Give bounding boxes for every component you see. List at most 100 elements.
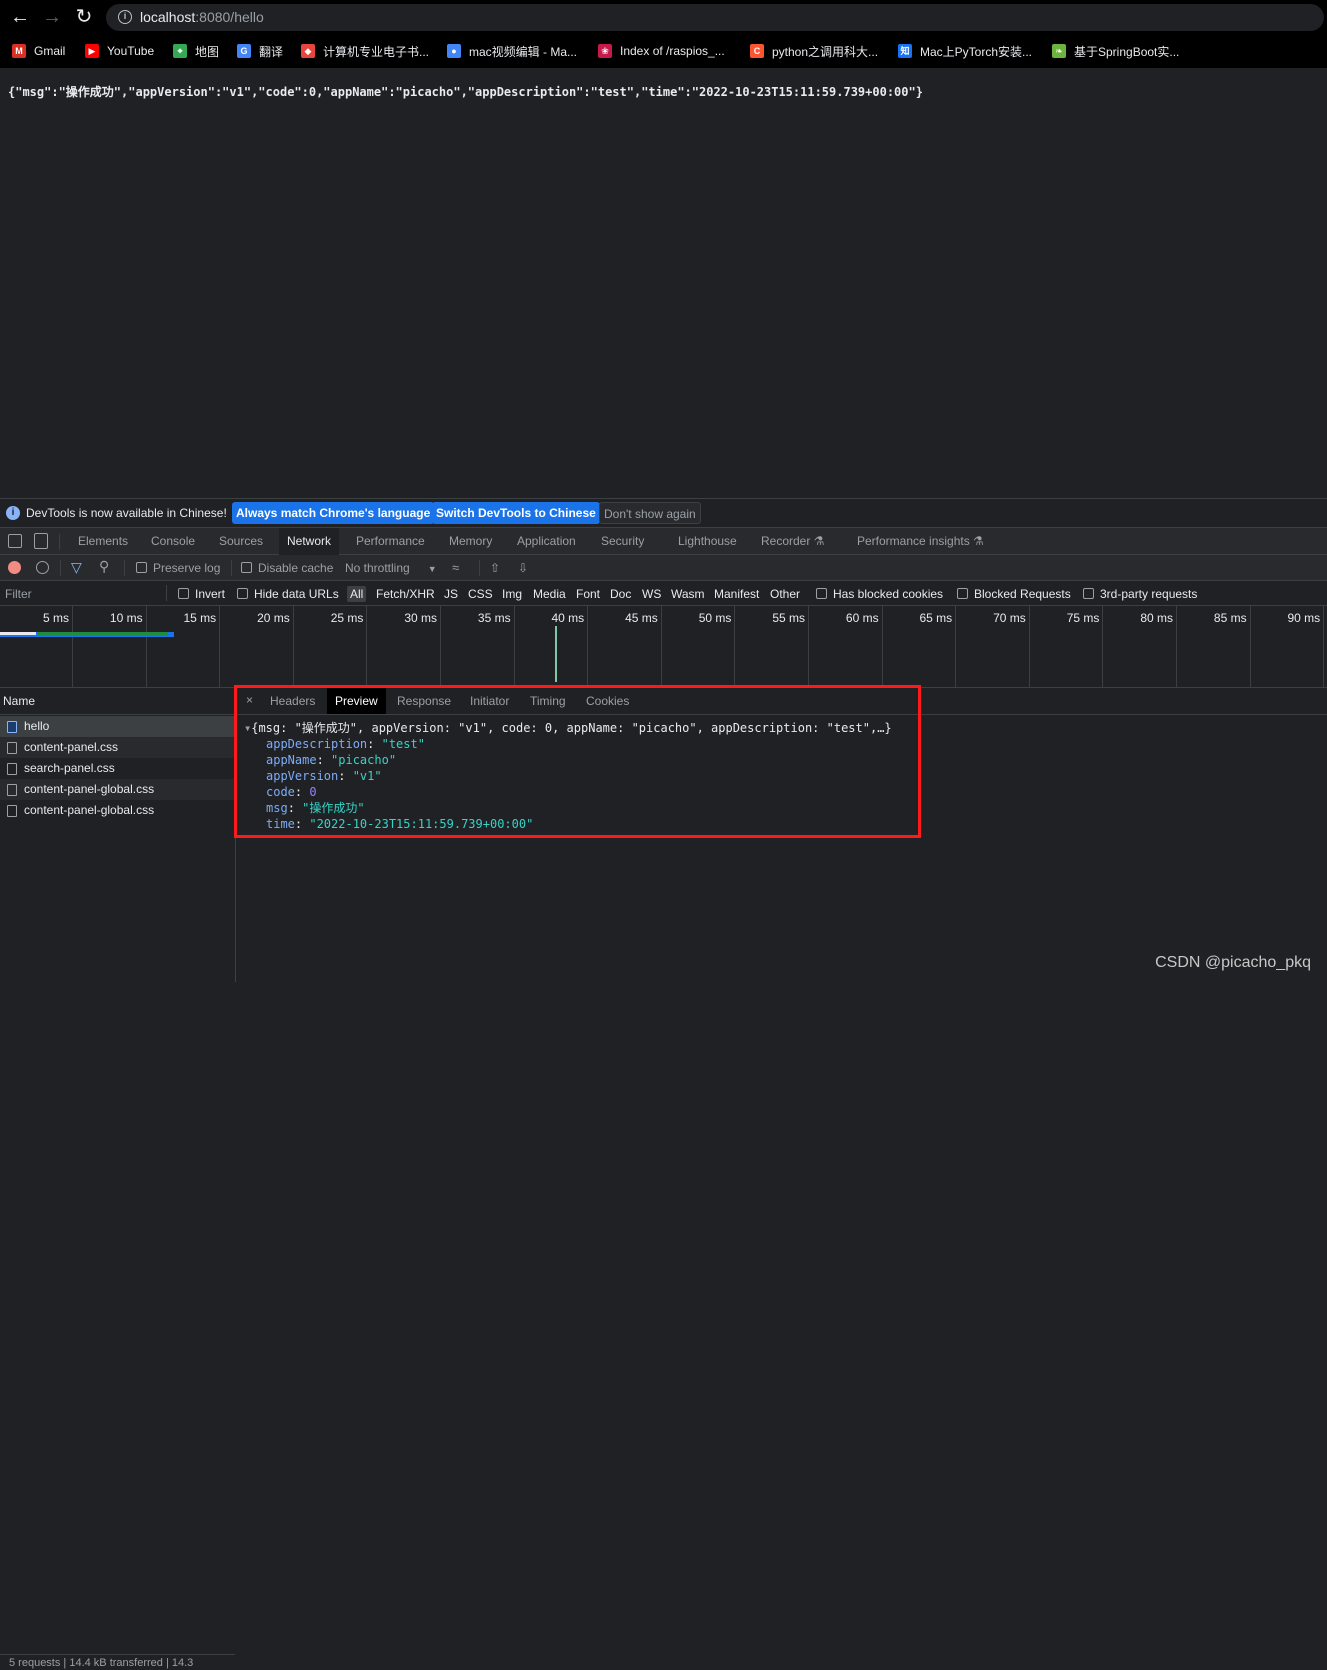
filter-input[interactable]: Filter [5, 586, 32, 602]
devtools-tab[interactable]: Lighthouse [670, 528, 745, 555]
address-bar[interactable]: i localhost:8080/hello [106, 4, 1324, 31]
timeline-tick-label: 35 ms [477, 611, 511, 625]
bookmark-label: 计算机专业电子书... [323, 44, 430, 59]
bookmark-item[interactable]: Cpython之调用科大... [750, 42, 878, 60]
third-party-requests-checkbox[interactable]: 3rd-party requests [1083, 586, 1197, 602]
disable-cache-checkbox[interactable]: Disable cache [241, 560, 333, 576]
type-filter-button[interactable]: Other [770, 586, 800, 602]
name-column-header[interactable]: Name [0, 688, 235, 715]
import-har-icon[interactable]: ⇧ [490, 560, 500, 576]
type-filter-button[interactable]: Img [502, 586, 522, 602]
devtools-tab[interactable]: Console [143, 528, 203, 555]
site-info-icon[interactable]: i [118, 10, 132, 24]
forward-icon[interactable]: → [40, 5, 64, 29]
request-row[interactable]: search-panel.css [0, 758, 235, 779]
timeline-gridline [145, 606, 147, 688]
timeline-tick-label: 90 ms [1287, 611, 1321, 625]
type-filter-button[interactable]: Manifest [714, 586, 759, 602]
maps-icon: ⌖ [173, 44, 187, 58]
type-filter-button[interactable]: Fetch/XHR [376, 586, 435, 602]
export-har-icon[interactable]: ⇩ [518, 560, 528, 576]
devtools-tab[interactable]: Memory [441, 528, 500, 555]
devtools-tab[interactable]: Sources [211, 528, 271, 555]
timeline-tick-label: 55 ms [772, 611, 805, 625]
timeline-gridline [1102, 606, 1104, 688]
blocked-requests-checkbox[interactable]: Blocked Requests [957, 586, 1071, 602]
type-filter-button[interactable]: WS [642, 586, 661, 602]
type-filter-button[interactable]: Doc [610, 586, 631, 602]
clear-icon[interactable] [36, 561, 49, 574]
type-filter-button[interactable]: CSS [468, 586, 493, 602]
devtools-tab[interactable]: Application [509, 528, 584, 555]
timeline-gridline [292, 606, 294, 688]
bookmark-item[interactable]: M Gmail [12, 42, 65, 60]
devtools-tab[interactable]: Elements [70, 528, 136, 555]
csdn-icon: C [750, 44, 764, 58]
book-icon: ◆ [301, 44, 315, 58]
bookmark-item[interactable]: G 翻译 [237, 42, 283, 60]
bookmark-item[interactable]: ▶ YouTube [85, 42, 154, 60]
hide-data-urls-checkbox[interactable]: Hide data URLs [237, 586, 339, 602]
record-icon[interactable] [8, 561, 21, 574]
timeline-tick-label: 10 ms [109, 611, 143, 625]
request-row[interactable]: content-panel-global.css [0, 779, 235, 800]
bookmark-item[interactable]: ● mac视频编辑 - Ma... [447, 42, 577, 60]
timeline-gridline [1028, 606, 1030, 688]
request-name: search-panel.css [24, 761, 115, 775]
request-row[interactable]: content-panel-global.css [0, 800, 235, 821]
bookmark-label: YouTube [107, 44, 155, 58]
devtools-tab[interactable]: Performance [348, 528, 433, 555]
devtools-tab[interactable]: Network [279, 528, 340, 555]
type-filter-button[interactable]: All [347, 586, 367, 602]
bookmark-item[interactable]: ◆ 计算机专业电子书... [301, 42, 429, 60]
dont-show-again-button[interactable]: Don't show again [599, 502, 701, 524]
bookmark-item[interactable]: ❧ 基于SpringBoot实... [1052, 42, 1179, 60]
page-json-body: {"msg":"操作成功","appVersion":"v1","code":0… [8, 85, 923, 99]
devtools-tab[interactable]: Performance insights ⚗ [849, 528, 992, 555]
always-match-language-button[interactable]: Always match Chrome's language [232, 502, 435, 524]
network-conditions-icon[interactable]: ≈ [452, 560, 459, 576]
devtools-tab[interactable]: Security [593, 528, 652, 555]
timeline-tick-label: 65 ms [919, 611, 953, 625]
type-filter-button[interactable]: JS [444, 586, 458, 602]
search-icon[interactable]: ⚲ [99, 558, 109, 574]
file-icon [7, 763, 17, 775]
waterfall-bar-white [0, 632, 36, 635]
bookmark-label: mac视频编辑 - Ma... [469, 44, 578, 59]
timeline-tick-label: 85 ms [1213, 611, 1247, 625]
timeline-gridline [587, 606, 589, 688]
timeline-tick-label: 75 ms [1066, 611, 1100, 625]
back-icon[interactable]: ← [8, 5, 32, 29]
url-text[interactable]: localhost:8080/hello [140, 9, 264, 25]
timeline-tick-label: 5 ms [42, 611, 69, 625]
preserve-log-checkbox[interactable]: Preserve log [136, 560, 220, 576]
network-timeline-overview[interactable]: 5 ms 10 ms 15 ms 20 ms 25 ms 30 ms 35 ms 40 ms 4… [0, 606, 1327, 688]
devtools-tab[interactable]: Recorder ⚗ [753, 528, 832, 555]
timeline-gridline [513, 606, 515, 688]
timeline-tick-label: 25 ms [330, 611, 364, 625]
timeline-gridline [660, 606, 662, 688]
type-filter-button[interactable]: Wasm [671, 586, 705, 602]
has-blocked-cookies-checkbox[interactable]: Has blocked cookies [816, 586, 943, 602]
bookmark-label: Gmail [34, 44, 66, 58]
request-row[interactable]: content-panel.css [0, 737, 235, 758]
switch-to-chinese-button[interactable]: Switch DevTools to Chinese [432, 502, 600, 524]
inspect-element-icon[interactable] [8, 534, 22, 548]
filter-icon[interactable]: ▽ [71, 559, 82, 575]
reload-icon[interactable]: ↻ [72, 5, 96, 29]
bookmark-item[interactable]: ❀ Index of /raspios_... [598, 42, 725, 60]
timeline-tick-label: 40 ms [551, 611, 585, 625]
type-filter-button[interactable]: Media [533, 586, 566, 602]
type-filter-button[interactable]: Font [576, 586, 600, 602]
youtube-icon: ▶ [85, 44, 99, 58]
translate-icon: G [237, 44, 251, 58]
throttling-select[interactable]: No throttling ▼ [345, 560, 437, 577]
network-filter-bar: Filter Invert Hide data URLs All Fetch/XH… [0, 581, 1327, 606]
device-toolbar-icon[interactable] [34, 533, 48, 549]
timeline-tick-label: 70 ms [993, 611, 1026, 625]
bookmark-item[interactable]: ⌖ 地图 [173, 42, 219, 60]
timeline-gridline [366, 606, 368, 688]
request-row[interactable]: hello [0, 716, 235, 737]
invert-checkbox[interactable]: Invert [178, 586, 225, 602]
bookmark-item[interactable]: 知 Mac上PyTorch安装... [898, 42, 1032, 60]
